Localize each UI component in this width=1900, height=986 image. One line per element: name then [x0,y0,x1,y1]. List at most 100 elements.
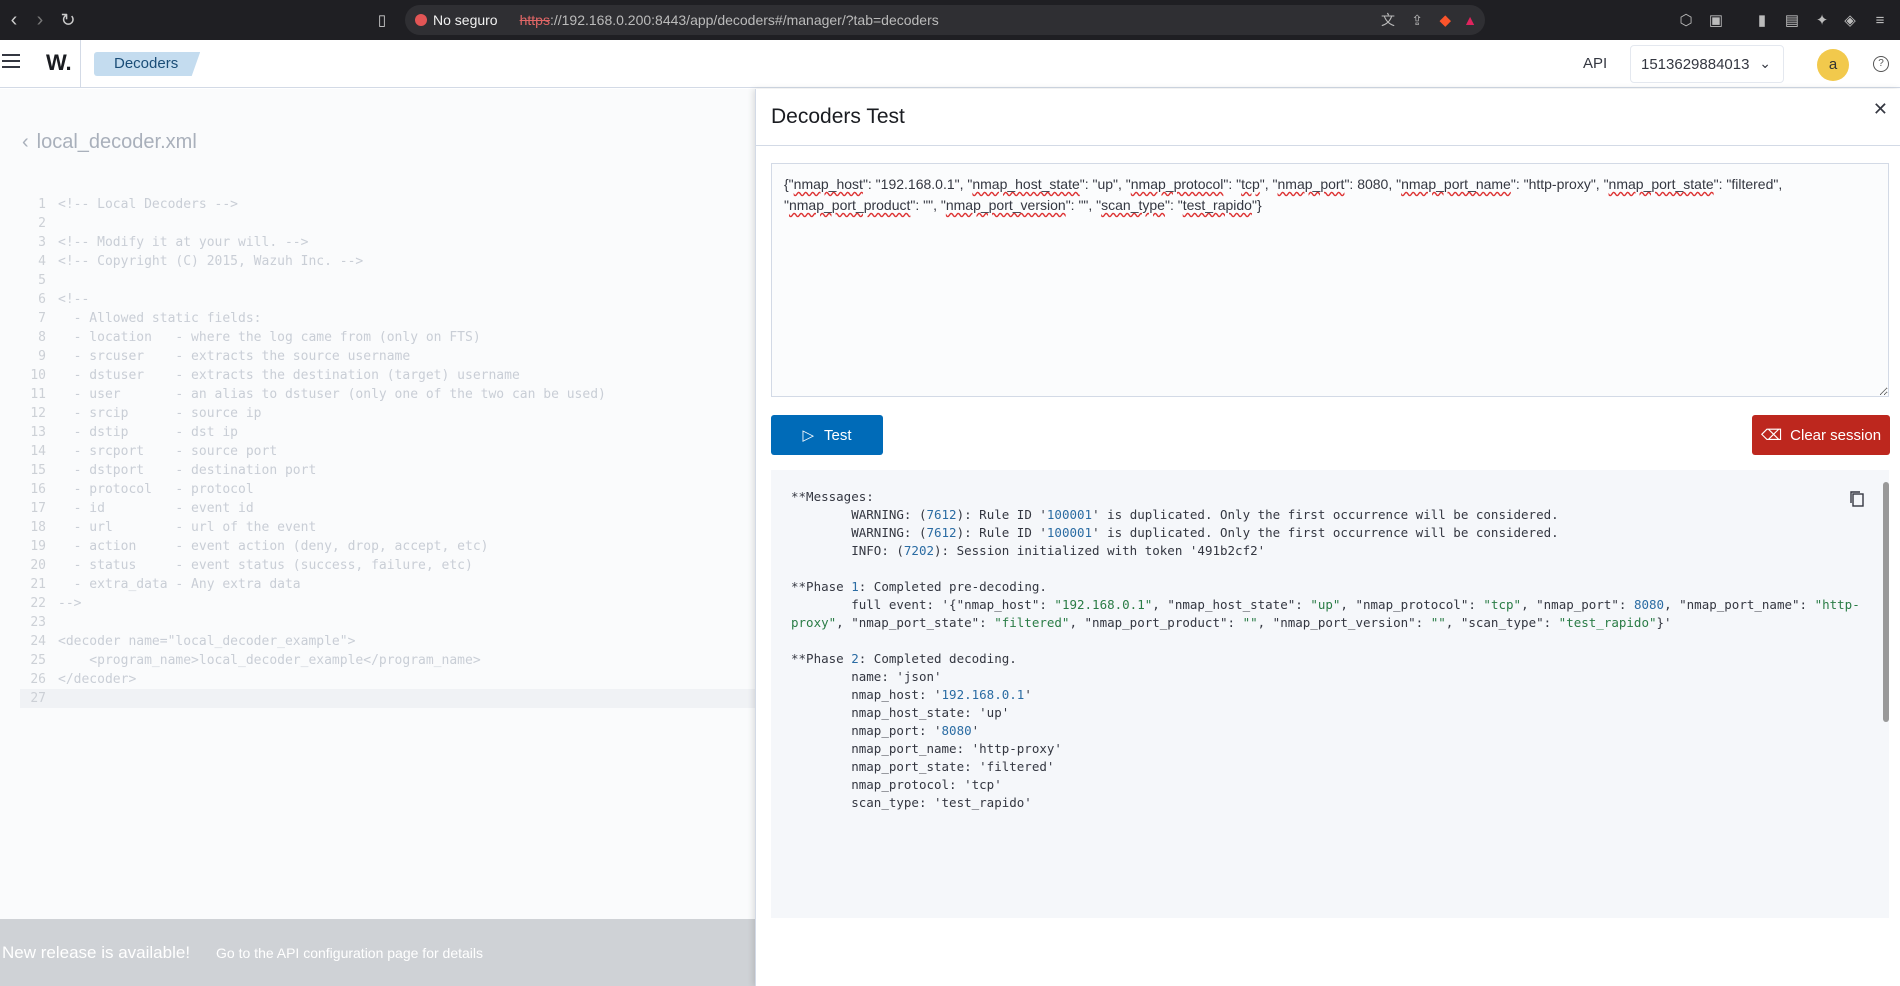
log-input-textarea[interactable]: {"nmap_host": "192.168.0.1", "nmap_host_… [771,163,1889,397]
flyout-header: Decoders Test ✕ [756,89,1900,146]
brave-shields-icon[interactable]: ◆ [1439,11,1451,29]
line-text: <!-- Modify it at your will. --> [58,235,309,250]
leo-ai-icon[interactable]: ✦ [1810,8,1834,32]
line-text: - dstport - destination port [58,463,317,478]
line-number: 21 [30,577,46,592]
warning-icon [415,14,427,26]
menu-icon[interactable]: ≡ [1868,8,1892,32]
line-text: - srcuser - extracts the source username [58,349,411,364]
bookmark-icon[interactable]: ▯ [368,6,396,34]
line-number: 6 [38,292,46,307]
line-text: - srcport - source port [58,444,278,459]
url-text: https://192.168.0.200:8443/app/decoders#… [520,12,939,28]
line-number: 7 [38,311,46,326]
line-text: - extra_data - Any extra data [58,577,301,592]
line-text: - location - where the log came from (on… [58,330,481,345]
line-text: - Allowed static fields: [58,311,262,326]
api-selector[interactable]: 1513629884013 ⌄ [1630,45,1784,83]
line-text: - status - event status (success, failur… [58,558,473,573]
reload-icon[interactable]: ↻ [54,6,82,34]
api-label: API [1583,55,1608,72]
line-text: <program_name>local_decoder_example</pro… [58,653,481,668]
back-arrow-icon[interactable]: ‹ [22,131,29,154]
line-number: 5 [38,273,46,288]
browser-toolbar: ‹ › ↻ ▯ No seguro https://192.168.0.200:… [0,0,1900,40]
sidebar-icon[interactable]: ▮ [1750,8,1774,32]
code-line: 22 --> [20,594,755,613]
security-label: No seguro [433,12,498,28]
test-button-label: Test [824,426,852,444]
code-line: 21 - extra_data - Any extra data [20,575,755,594]
brave-rewards-icon[interactable]: ▲ [1463,12,1477,28]
code-line: 24 <decoder name="local_decoder_example"> [20,632,755,651]
code-line: 12 - srcip - source ip [20,404,755,423]
decoders-test-flyout: Decoders Test ✕ {"nmap_host": "192.168.0… [755,89,1900,986]
chevron-down-icon: ⌄ [1759,55,1771,71]
line-number: 16 [30,482,46,497]
flyout-title: Decoders Test [771,105,905,128]
code-line: 20 - status - event status (success, fai… [20,556,755,575]
code-line: 15 - dstport - destination port [20,461,755,480]
line-number: 15 [30,463,46,478]
line-text: <!-- [58,292,90,307]
user-avatar[interactable]: a [1817,49,1849,81]
test-button[interactable]: ▷ Test [771,415,883,455]
line-number: 22 [30,596,46,611]
clear-session-button[interactable]: ⌫ Clear session [1752,415,1890,455]
line-text: <!-- Copyright (C) 2015, Wazuh Inc. --> [58,254,364,269]
line-number: 23 [30,615,46,630]
line-number: 26 [30,672,46,687]
breadcrumb-decoders[interactable]: Decoders [94,52,201,76]
help-icon[interactable]: ? [1873,56,1889,72]
share-icon[interactable]: ⇪ [1411,12,1423,29]
line-number: 18 [30,520,46,535]
wallet-icon[interactable]: ▤ [1780,8,1804,32]
line-text: - url - url of the event [58,520,317,535]
line-number: 14 [30,444,46,459]
line-number: 3 [38,235,46,250]
close-icon[interactable]: ✕ [1873,99,1888,120]
app-header: W. Decoders API 1513629884013 ⌄ a ? [0,40,1900,88]
line-text: </decoder> [58,672,137,687]
copy-icon[interactable] [1849,490,1865,508]
forward-icon[interactable]: › [26,6,54,34]
address-bar[interactable]: No seguro https://192.168.0.200:8443/app… [405,5,1485,35]
line-number: 12 [30,406,46,421]
code-line: 9 - srcuser - extracts the source userna… [20,347,755,366]
line-number: 13 [30,425,46,440]
url-scheme: https [519,12,550,28]
line-number: 4 [38,254,46,269]
line-text: --> [58,596,82,611]
hamburger-menu-icon[interactable] [2,54,20,68]
extensions-icon[interactable]: ⬡ [1674,8,1698,32]
file-title: ‹ local_decoder.xml [22,131,197,154]
back-icon[interactable]: ‹ [0,6,28,34]
play-icon: ▷ [802,427,815,444]
output-scrollbar[interactable] [1883,482,1889,902]
line-number: 27 [30,691,46,706]
reader-mode-icon[interactable]: ▣ [1704,8,1728,32]
wazuh-logo[interactable]: W. [46,50,72,76]
translate-icon[interactable]: 文 [1381,10,1395,30]
line-number: 8 [38,330,46,345]
banner-link[interactable]: Go to the API configuration page for det… [216,945,483,961]
code-line: 8 - location - where the log came from (… [20,328,755,347]
line-number: 19 [30,539,46,554]
code-line: 26 </decoder> [20,670,755,689]
file-name: local_decoder.xml [36,131,197,153]
code-line: 19 - action - event action (deny, drop, … [20,537,755,556]
log-input-line-1: {"nmap_host": "192.168.0.1", "nmap_host_… [784,176,1783,192]
code-line: 16 - protocol - protocol [20,480,755,499]
security-indicator[interactable]: No seguro [415,12,498,28]
vpn-icon[interactable]: ◈ [1838,8,1862,32]
broom-icon: ⌫ [1760,427,1783,444]
code-editor[interactable]: 1 <!-- Local Decoders --> 2 3 <!-- Modify it… [20,195,755,708]
line-number: 9 [38,349,46,364]
line-text: - srcip - source ip [58,406,262,421]
code-line: 13 - dstip - dst ip [20,423,755,442]
api-selected-value: 1513629884013 [1641,55,1750,73]
code-line: 17 - id - event id [20,499,755,518]
test-output-panel: **Messages: WARNING: (7612): Rule ID '10… [771,470,1889,918]
line-text: - dstip - dst ip [58,425,239,440]
line-number: 10 [30,368,46,383]
